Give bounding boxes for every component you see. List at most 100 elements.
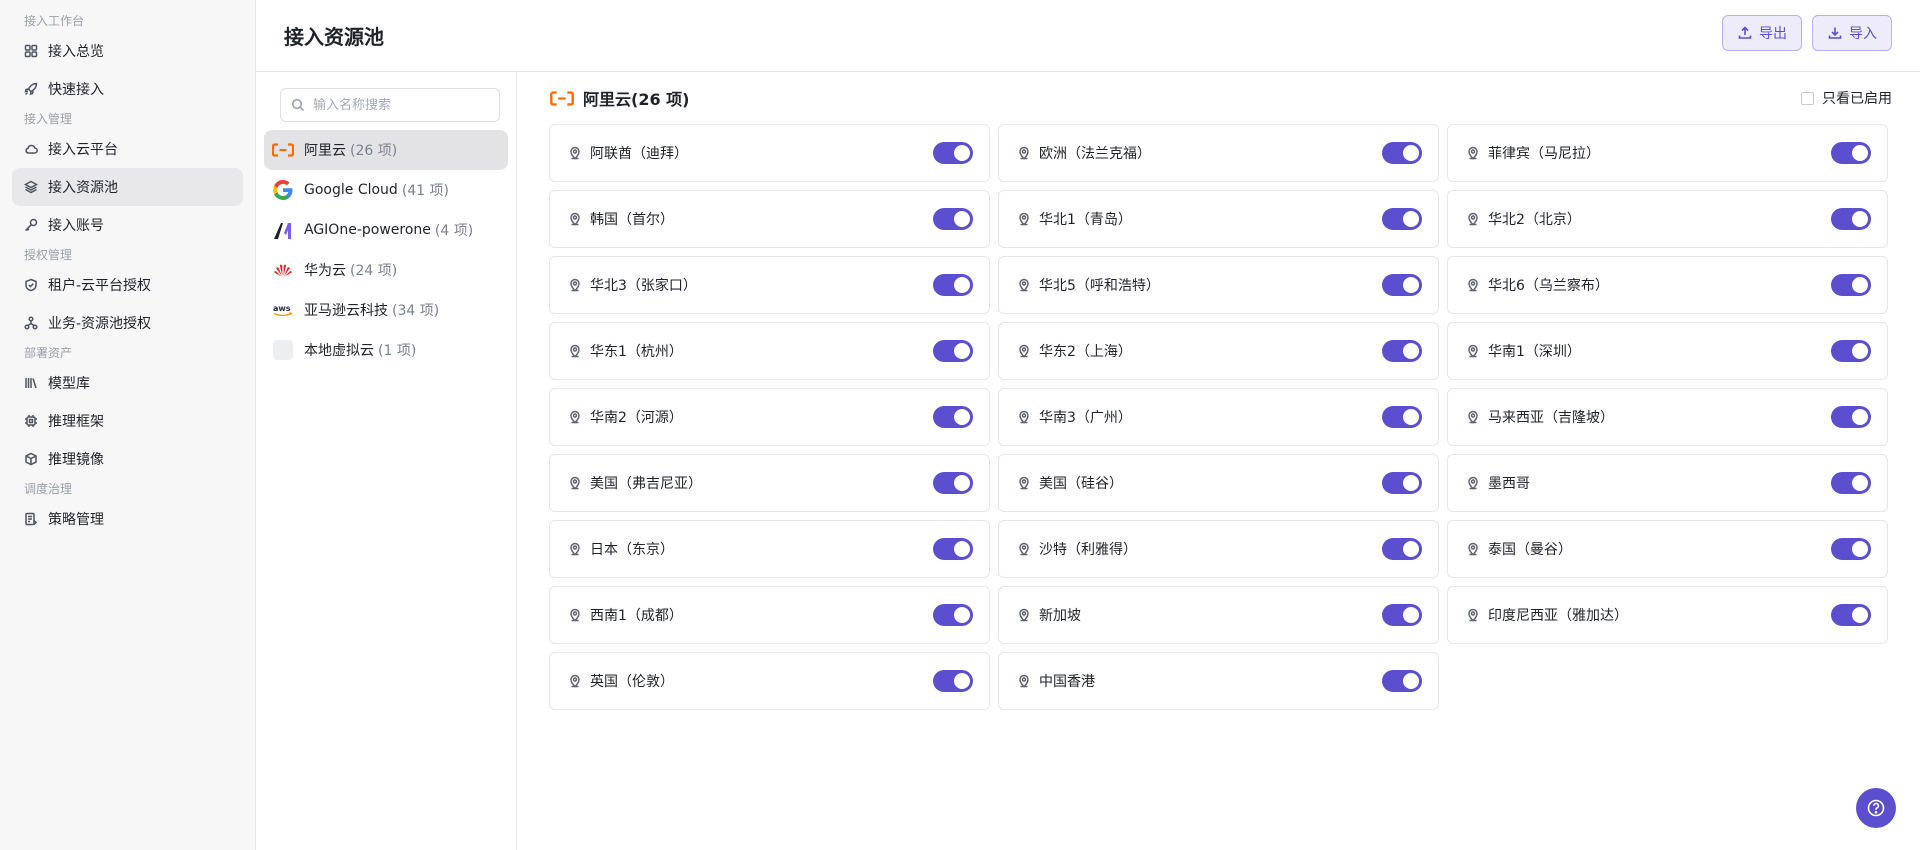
region-name: 阿联酋（迪拜）	[590, 146, 688, 162]
nav-item-model-library[interactable]: 模型库	[12, 364, 243, 402]
region-card: 泰国（曼谷）	[1447, 520, 1888, 578]
toggle-knob	[954, 277, 970, 293]
agione-logo	[272, 219, 294, 241]
region-enable-toggle[interactable]	[1382, 142, 1422, 164]
provider-count: (4 项)	[434, 223, 474, 239]
provider-search-input[interactable]	[313, 97, 493, 113]
import-label: 导入	[1849, 26, 1877, 42]
region-enable-toggle[interactable]	[1831, 142, 1871, 164]
region-grid: 阿联酋（迪拜） 欧洲（法兰克福） 菲律宾（马尼拉） 韩国（首尔） 华北1（青岛） 华北2（…	[549, 124, 1892, 710]
nav-item-label: 接入账号	[48, 218, 104, 234]
location-pin-icon	[568, 344, 582, 358]
nav-item-policy-management[interactable]: 策略管理	[12, 500, 243, 538]
provider-item-local-virtual-cloud[interactable]: 本地虚拟云 (1 项)	[264, 330, 508, 370]
location-pin-icon	[1017, 608, 1031, 622]
location-pin-icon	[568, 212, 582, 226]
region-enable-toggle[interactable]	[1831, 472, 1871, 494]
nav-group-title: 接入管理	[24, 112, 73, 126]
location-pin-icon	[1017, 278, 1031, 292]
location-pin-icon	[1466, 542, 1480, 556]
toggle-knob	[1852, 607, 1868, 623]
region-card: 墨西哥	[1447, 454, 1888, 512]
toggle-knob	[1403, 343, 1419, 359]
region-name: 华南3（广州）	[1039, 410, 1132, 426]
nav-item-tenant-authorization[interactable]: 租户-云平台授权	[12, 266, 243, 304]
nav-item-cloud-platform[interactable]: 接入云平台	[12, 130, 243, 168]
region-name: 韩国（首尔）	[590, 212, 674, 228]
import-button[interactable]: 导入	[1812, 15, 1892, 51]
region-enable-toggle[interactable]	[1382, 670, 1422, 692]
region-enable-toggle[interactable]	[1382, 538, 1422, 560]
region-card: 华北2（北京）	[1447, 190, 1888, 248]
region-enable-toggle[interactable]	[933, 274, 973, 296]
region-name: 日本（东京）	[590, 542, 674, 558]
aws-logo: aws	[272, 299, 294, 321]
region-enable-toggle[interactable]	[1831, 406, 1871, 428]
provider-item-agione[interactable]: AGIOne-powerone (4 项)	[264, 210, 508, 250]
toggle-knob	[1403, 145, 1419, 161]
nav-item-business-authorization[interactable]: 业务-资源池授权	[12, 304, 243, 342]
enabled-only-checkbox[interactable]	[1801, 91, 1814, 105]
region-enable-toggle[interactable]	[1382, 274, 1422, 296]
region-enable-toggle[interactable]	[1382, 208, 1422, 230]
region-name: 新加坡	[1039, 608, 1081, 624]
page-header: 接入资源池 导出 导入	[256, 0, 1920, 72]
chip-icon	[24, 414, 38, 428]
region-enable-toggle[interactable]	[1831, 274, 1871, 296]
region-card: 阿联酋（迪拜）	[549, 124, 990, 182]
toggle-knob	[1403, 541, 1419, 557]
region-name: 华北6（乌兰察布）	[1488, 278, 1609, 294]
region-enable-toggle[interactable]	[933, 208, 973, 230]
provider-count: (34 项)	[392, 303, 440, 319]
location-pin-icon	[1466, 146, 1480, 160]
region-enable-toggle[interactable]	[933, 340, 973, 362]
region-name: 华南1（深圳）	[1488, 344, 1581, 360]
provider-item-google-cloud[interactable]: Google Cloud (41 项)	[264, 170, 508, 210]
region-name: 美国（弗吉尼亚）	[590, 476, 702, 492]
region-enable-toggle[interactable]	[1382, 406, 1422, 428]
nav-item-inference-image[interactable]: 推理镜像	[12, 440, 243, 478]
section-header: 阿里云(26 项) 只看已启用	[549, 86, 1892, 110]
provider-count: (24 项)	[350, 263, 398, 279]
nav-item-inference-framework[interactable]: 推理框架	[12, 402, 243, 440]
region-enable-toggle[interactable]	[933, 406, 973, 428]
region-enable-toggle[interactable]	[933, 538, 973, 560]
export-button[interactable]: 导出	[1722, 15, 1802, 51]
region-name: 西南1（成都）	[590, 608, 683, 624]
provider-item-aws[interactable]: aws 亚马逊云科技 (34 项)	[264, 290, 508, 330]
region-card: 马来西亚（吉隆坡）	[1447, 388, 1888, 446]
region-card: 印度尼西亚（雅加达）	[1447, 586, 1888, 644]
region-enable-toggle[interactable]	[1831, 208, 1871, 230]
region-enable-toggle[interactable]	[933, 142, 973, 164]
provider-name: 阿里云	[304, 143, 346, 159]
region-enable-toggle[interactable]	[933, 604, 973, 626]
location-pin-icon	[1017, 674, 1031, 688]
region-enable-toggle[interactable]	[1831, 604, 1871, 626]
location-pin-icon	[1017, 476, 1031, 490]
provider-search	[280, 88, 500, 122]
region-name: 华东2（上海）	[1039, 344, 1132, 360]
enabled-only-filter[interactable]: 只看已启用	[1801, 88, 1892, 108]
nav-item-label: 模型库	[48, 376, 90, 392]
region-card: 美国（硅谷）	[998, 454, 1439, 512]
location-pin-icon	[568, 410, 582, 424]
nav-item-resource-pool[interactable]: 接入资源池	[12, 168, 243, 206]
provider-item-aliyun[interactable]: 阿里云 (26 项)	[264, 130, 508, 170]
nav-item-access-overview[interactable]: 接入总览	[12, 32, 243, 70]
region-card: 日本（东京）	[549, 520, 990, 578]
region-enable-toggle[interactable]	[1382, 472, 1422, 494]
region-enable-toggle[interactable]	[933, 670, 973, 692]
region-name: 英国（伦敦）	[590, 674, 674, 690]
toggle-knob	[1852, 343, 1868, 359]
nav-item-account[interactable]: 接入账号	[12, 206, 243, 244]
nav-item-quick-access[interactable]: 快速接入	[12, 70, 243, 108]
nav-item-label: 接入资源池	[48, 180, 118, 196]
help-button[interactable]	[1856, 788, 1896, 828]
provider-item-huawei-cloud[interactable]: 华为云 (24 项)	[264, 250, 508, 290]
region-enable-toggle[interactable]	[1831, 340, 1871, 362]
region-enable-toggle[interactable]	[1831, 538, 1871, 560]
region-enable-toggle[interactable]	[933, 472, 973, 494]
region-enable-toggle[interactable]	[1382, 604, 1422, 626]
region-enable-toggle[interactable]	[1382, 340, 1422, 362]
rocket-icon	[24, 82, 38, 96]
